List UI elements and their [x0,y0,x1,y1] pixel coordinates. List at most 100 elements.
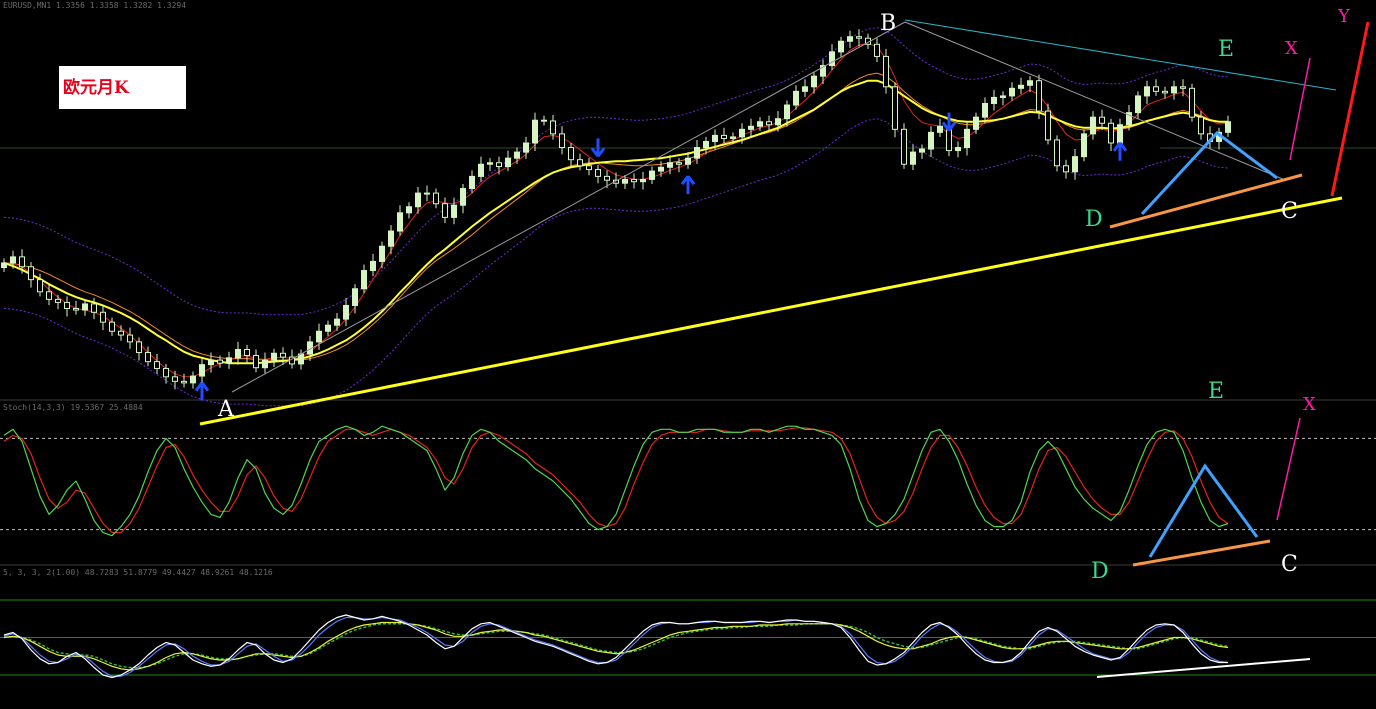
candle-body [937,125,943,133]
candle-body [721,134,727,139]
label-e: E [1218,37,1234,62]
label-x: X [1285,38,1298,59]
candle [595,165,601,184]
candle-body [991,96,997,105]
candle [1018,77,1024,95]
candle [1081,129,1087,162]
candle-body [712,134,718,142]
candle-body [28,266,34,281]
candle [559,126,565,155]
candle [334,313,340,331]
candle [748,118,754,138]
wedge-line-main [1109,173,1303,229]
candle [721,127,727,143]
candle-body [955,147,961,152]
candle-body [127,334,133,343]
down-arrow-shape [590,138,606,158]
candle-body [379,245,385,262]
candle-body [739,128,745,138]
candle-body [928,131,934,150]
candle [1153,79,1159,96]
candle-body [361,270,367,290]
candle [433,188,439,209]
candle-body [1063,165,1069,173]
candle-body [1000,95,1006,98]
candle [82,299,88,316]
candle-body [1180,86,1186,89]
candle-body [649,170,655,180]
divergence-line-lower [1096,658,1311,678]
label-d: D [1085,207,1103,232]
candle-body [964,128,970,149]
candle [460,183,466,214]
candle-body [748,125,754,130]
candle [937,118,943,137]
candle [1144,80,1150,104]
candle-body [1198,116,1204,135]
candle [568,142,574,168]
candle-body [676,162,682,165]
stoch-label-e: E [1208,379,1224,404]
stoch-label-x: X [1303,394,1316,415]
candle-body [793,90,799,106]
candle [1027,76,1033,93]
candle [802,79,808,98]
candle-body [541,119,547,122]
candle [892,82,898,138]
candle-body [883,55,889,88]
candle [640,171,646,190]
stoch-signal-line [3,427,1229,534]
candle [1216,127,1222,150]
candle-body [136,341,142,354]
candle [172,370,178,390]
candle-body [388,230,394,247]
candle [154,354,160,375]
candle [829,44,835,71]
candle [64,296,70,317]
up-arrow-shape [1112,141,1128,161]
projection-x-main [1289,57,1311,161]
candle-body [532,119,538,144]
candle-body [622,178,628,184]
pattern-stoch [1148,463,1259,558]
candle [442,197,448,224]
candle-body [460,188,466,206]
candle-body [586,165,592,171]
candle-body [1018,84,1024,89]
candle-body [730,136,736,139]
candle-body [1099,116,1105,124]
candle-body [856,36,862,39]
candle-body [784,104,790,120]
candle-body [550,120,556,135]
candle-body [631,178,637,183]
chart-canvas: A B E D C X Y E X D C [0,6,1376,679]
candle-body [901,128,907,165]
candle [1054,135,1060,172]
candle-body [1135,95,1141,114]
lower-info-label: 5, 3, 3, 2(1.00) 48.7283 51.8779 49.4427… [3,568,273,577]
candle-body [1117,124,1123,144]
candle-body [253,355,259,369]
candle [1162,86,1168,99]
candle-body [1081,133,1087,158]
candle [397,205,403,236]
candle-body [37,279,43,293]
candle [406,202,412,219]
up-arrow-shape [194,381,210,401]
candle [982,97,988,123]
candle-body [262,359,268,369]
candle-body [1,262,7,268]
down-arrow-icon [590,138,606,158]
candle-body [874,43,880,57]
label-a: A [217,397,235,422]
candle [361,264,367,294]
candle [487,158,493,172]
candle-body [982,103,988,118]
support-trend-line [199,196,1343,426]
ma-red-line [4,43,1229,378]
candle-body [199,364,205,377]
candle-body [487,162,493,165]
candle-body [640,178,646,183]
candle [145,346,151,367]
candle-body [919,148,925,153]
